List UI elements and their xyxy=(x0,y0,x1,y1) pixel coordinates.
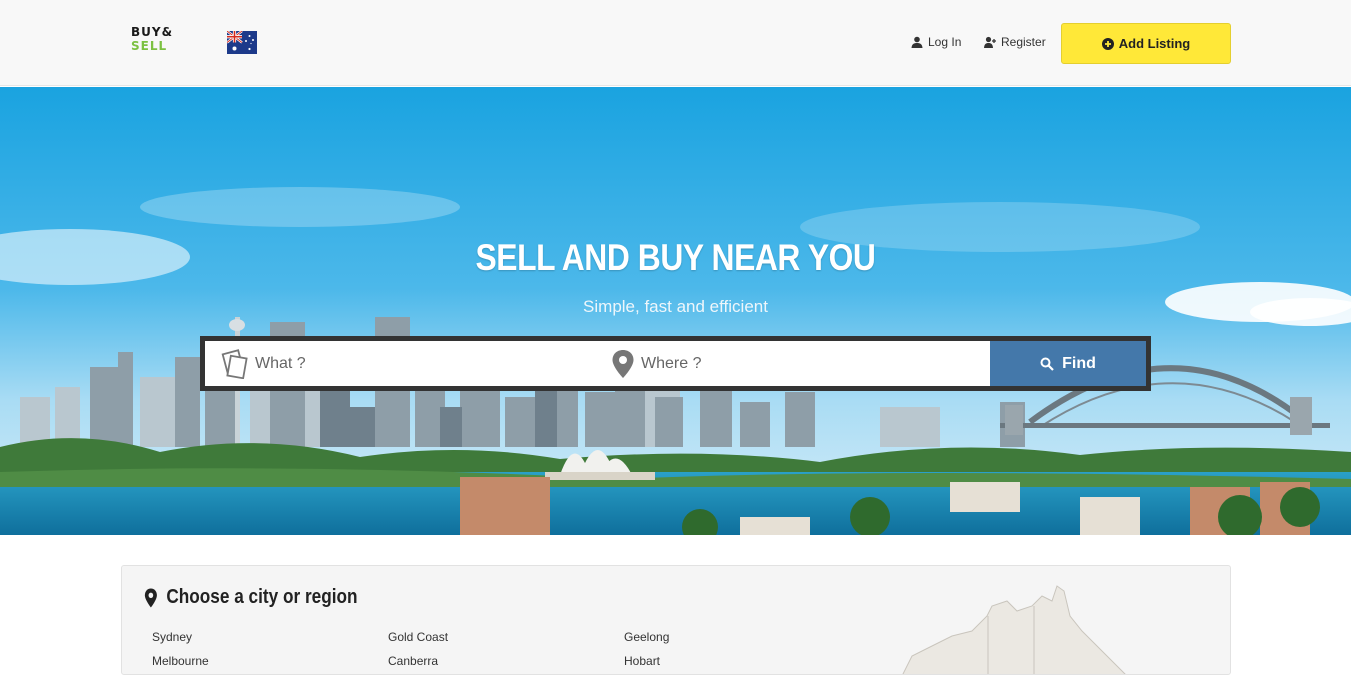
hero-banner: SELL AND BUY NEAR YOU Simple, fast and e… xyxy=(0,87,1351,535)
logo-line-2: SELL xyxy=(131,39,168,53)
find-button[interactable]: Find xyxy=(990,341,1146,386)
search-bar: Find xyxy=(200,336,1151,391)
register-label: Register xyxy=(1001,35,1046,49)
tags-icon xyxy=(219,348,249,379)
australia-flag-icon[interactable] xyxy=(227,31,257,54)
site-header: BUY& SELL Log In Register Add Listing xyxy=(0,0,1351,86)
login-label: Log In xyxy=(928,35,962,49)
site-logo[interactable]: BUY& SELL xyxy=(131,25,187,55)
locations-title: Choose a city or region xyxy=(144,586,358,609)
locations-title-text: Choose a city or region xyxy=(166,586,358,608)
where-field[interactable] xyxy=(597,341,989,386)
where-input[interactable] xyxy=(641,354,941,373)
city-link-melbourne[interactable]: Melbourne xyxy=(152,654,209,668)
city-link-gold-coast[interactable]: Gold Coast xyxy=(388,630,448,644)
locations-panel: Choose a city or region Sydney Melbourne… xyxy=(121,565,1231,675)
plus-circle-icon xyxy=(1101,37,1114,50)
map-marker-icon xyxy=(611,349,635,379)
register-link[interactable]: Register xyxy=(984,34,1046,50)
logo-line-1: BUY& xyxy=(131,25,174,39)
add-listing-label: Add Listing xyxy=(1118,36,1191,51)
login-link[interactable]: Log In xyxy=(911,34,961,50)
city-link-sydney[interactable]: Sydney xyxy=(152,630,192,644)
city-link-hobart[interactable]: Hobart xyxy=(624,654,660,668)
what-field[interactable] xyxy=(205,341,597,386)
find-label: Find xyxy=(1062,354,1096,372)
australia-map[interactable] xyxy=(892,576,1192,675)
hero-title: SELL AND BUY NEAR YOU xyxy=(475,237,876,278)
user-icon xyxy=(911,36,923,48)
search-icon xyxy=(1040,357,1054,371)
what-input[interactable] xyxy=(255,354,555,373)
add-listing-button[interactable]: Add Listing xyxy=(1061,23,1231,64)
city-link-geelong[interactable]: Geelong xyxy=(624,630,669,644)
map-marker-icon xyxy=(144,588,157,607)
hero-subtitle: Simple, fast and efficient xyxy=(583,297,768,316)
city-link-canberra[interactable]: Canberra xyxy=(388,654,438,668)
user-plus-icon xyxy=(984,36,996,48)
